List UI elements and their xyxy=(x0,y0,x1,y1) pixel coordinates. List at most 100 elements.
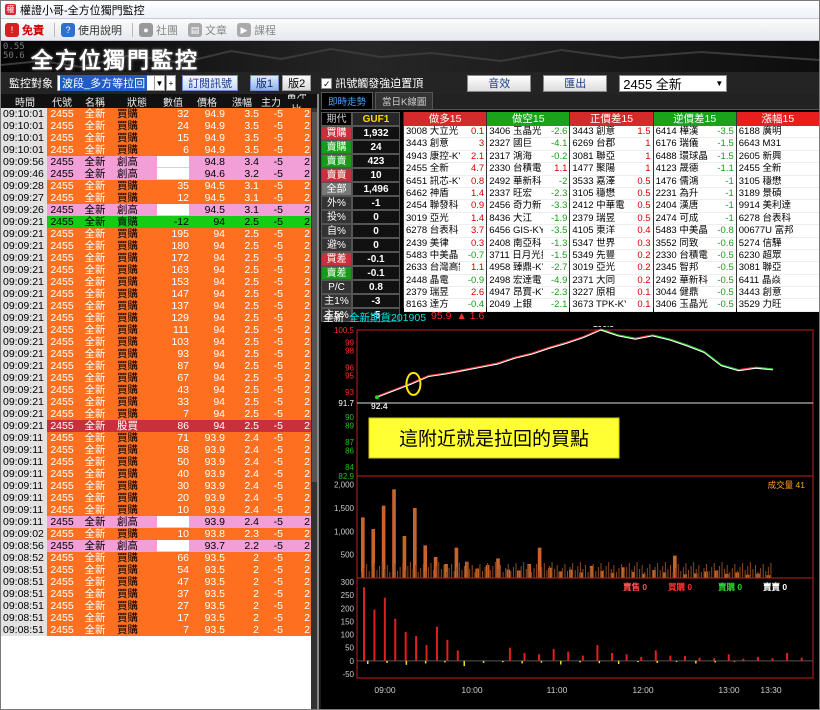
table-row[interactable]: 09:08:56 2455 全新 創高 93.7 2.2 -5 2 xyxy=(1,539,317,552)
ranking-item[interactable]: 6411 晶焱 xyxy=(736,274,819,288)
col-header-price[interactable]: 價格 xyxy=(189,94,225,109)
tab-daily-kline[interactable]: 當日K線圖 xyxy=(375,92,434,109)
ranking-item[interactable]: 3189 景碩 xyxy=(736,187,819,201)
ranking-item[interactable]: 3019 亞光 0.2 xyxy=(570,262,653,275)
ranking-item[interactable]: 2633 台灣高鐵 1.1 xyxy=(404,262,487,275)
table-row[interactable]: 09:10:01 2455 全新 買購 15 94.9 3.5 -5 2 xyxy=(1,131,317,144)
table-row[interactable]: 09:09:11 2455 全新 買購 58 93.9 2.4 -5 2 xyxy=(1,443,317,456)
table-row[interactable]: 09:09:21 2455 全新 買購 103 94 2.5 -5 2 xyxy=(1,335,317,348)
table-row[interactable]: 09:09:21 2455 全新 買購 137 94 2.5 -5 2 xyxy=(1,299,317,312)
table-row[interactable]: 09:09:21 2455 全新 買購 153 94 2.5 -5 2 xyxy=(1,275,317,288)
table-row[interactable]: 09:10:01 2455 全新 買購 24 94.9 3.5 -5 2 xyxy=(1,119,317,132)
ranking-item[interactable]: 2412 中華電 0.5 xyxy=(570,200,653,213)
ranking-item[interactable]: 6278 台表科 xyxy=(736,212,819,226)
ranking-item[interactable]: 6456 GIS-KY -3.5 xyxy=(487,225,570,238)
table-row[interactable]: 09:09:21 2455 全新 買購 195 94 2.5 -5 2 xyxy=(1,227,317,240)
table-row[interactable]: 09:09:21 2455 全新 買購 43 94 2.5 -5 2 xyxy=(1,383,317,396)
table-row[interactable]: 09:09:21 2455 全新 買購 129 94 2.5 -5 2 xyxy=(1,311,317,324)
ranking-item[interactable]: 3552 同致 -0.6 xyxy=(653,237,736,250)
ranking-item[interactable]: 5349 先豐 0.2 xyxy=(570,249,653,263)
ranking-item[interactable]: 3529 力旺 xyxy=(736,299,819,312)
table-row[interactable]: 09:09:11 2455 全新 買購 20 93.9 2.4 -5 2 xyxy=(1,491,317,504)
table-row[interactable]: 09:09:02 2455 全新 買購 10 93.8 2.3 -5 2 xyxy=(1,527,317,540)
ranking-title[interactable]: 正價差15 xyxy=(570,112,653,126)
col-header-name[interactable]: 名稱 xyxy=(77,94,113,109)
table-row[interactable]: 09:09:21 2455 全新 買購 7 94 2.5 -5 2 xyxy=(1,407,317,420)
ranking-item[interactable]: 3227 原相 0.1 xyxy=(570,287,653,300)
ranking-item[interactable]: 5483 中美晶 -0.7 xyxy=(404,249,487,263)
ranking-item[interactable]: 2327 國巨 -4.1 xyxy=(487,138,570,151)
ranking-title[interactable]: 做多15 xyxy=(404,112,487,126)
ranking-item[interactable]: 6188 廣明 xyxy=(736,126,819,139)
ranking-item[interactable]: 2330 台積電 1.1 xyxy=(487,163,570,176)
table-row[interactable]: 09:09:21 2455 全新 買購 180 94 2.5 -5 2 xyxy=(1,239,317,252)
table-row[interactable]: 09:09:11 2455 全新 買購 71 93.9 2.4 -5 2 xyxy=(1,431,317,444)
ranking-item[interactable]: 2448 晶電 -0.9 xyxy=(404,274,487,288)
table-row[interactable]: 09:09:46 2455 全新 創高 94.6 3.2 -5 2 xyxy=(1,167,317,180)
ranking-item[interactable]: 3533 嘉澤 0.5 xyxy=(570,175,653,188)
ranking-item[interactable]: 2408 南亞科 -1.3 xyxy=(487,237,570,250)
table-row[interactable]: 09:08:51 2455 全新 買購 17 93.5 2 -5 2 xyxy=(1,611,317,624)
ranking-item[interactable]: 3008 大立光 0.1 xyxy=(404,126,487,139)
stock-select[interactable]: 2455 全新 ▼ xyxy=(619,74,728,92)
ranking-item[interactable]: 6643 M31 xyxy=(736,138,819,151)
table-row[interactable]: 09:09:56 2455 全新 創高 94.8 3.4 -5 2 xyxy=(1,155,317,168)
table-row[interactable]: 09:08:52 2455 全新 買購 66 93.5 2 -5 2 xyxy=(1,551,317,564)
ranking-item[interactable]: 6230 超眾 xyxy=(736,249,819,263)
ranking-item[interactable]: 2049 上銀 -2.1 xyxy=(487,299,570,312)
version2-button[interactable]: 版2 xyxy=(282,75,312,91)
table-row[interactable]: 09:09:11 2455 全新 買購 40 93.9 2.4 -5 2 xyxy=(1,467,317,480)
ranking-item[interactable]: 2317 鴻海 -0.2 xyxy=(487,150,570,164)
ranking-item[interactable]: 8436 大江 -1.9 xyxy=(487,212,570,226)
ranking-item[interactable]: 4105 東洋 0.4 xyxy=(570,225,653,238)
ranking-item[interactable]: 6278 台表科 3.7 xyxy=(404,225,487,238)
monitor-select[interactable]: 波段_多方等拉回 xyxy=(57,75,155,91)
export-button[interactable]: 匯出 xyxy=(543,74,608,92)
ranking-item[interactable]: 2605 新興 xyxy=(736,150,819,164)
ranking-item[interactable]: 2379 瑞昱 2.6 xyxy=(404,287,487,300)
ranking-item[interactable]: 3081 聯亞 1 xyxy=(570,150,653,164)
ranking-item[interactable]: 00677U 富邦 xyxy=(736,225,819,238)
ranking-title[interactable]: 做空15 xyxy=(487,112,570,126)
ranking-item[interactable]: 2379 瑞昱 0.5 xyxy=(570,212,653,226)
ranking-item[interactable]: 6414 樺漢 -3.5 xyxy=(653,126,736,139)
ranking-item[interactable]: 2439 美律 0.3 xyxy=(404,237,487,250)
ranking-item[interactable]: 2404 漢唐 -1 xyxy=(653,200,736,213)
sound-button[interactable]: 音效 xyxy=(467,74,532,92)
table-row[interactable]: 09:08:51 2455 全新 買購 47 93.5 2 -5 2 xyxy=(1,575,317,588)
table-row[interactable]: 09:09:21 2455 全新 買購 93 94 2.5 -5 2 xyxy=(1,347,317,360)
ranking-item[interactable]: 3673 TPK-KY 0.1 xyxy=(570,299,653,312)
menu-articles[interactable]: ▤ 文章 xyxy=(188,22,227,38)
table-row[interactable]: 09:09:11 2455 全新 買購 30 93.9 2.4 -5 2 xyxy=(1,479,317,492)
ranking-item[interactable]: 3105 穩懋 xyxy=(736,175,819,188)
table-row[interactable]: 09:08:51 2455 全新 買購 37 93.5 2 -5 2 xyxy=(1,587,317,600)
menu-help[interactable]: ? 使用說明 xyxy=(61,22,122,38)
ranking-item[interactable]: 3044 健鼎 -0.5 xyxy=(653,287,736,300)
table-row[interactable]: 09:09:11 2455 全新 創高 93.9 2.4 -5 2 xyxy=(1,515,317,528)
ranking-item[interactable]: 2371 大同 0.2 xyxy=(570,274,653,288)
ranking-title[interactable]: 逆價差15 xyxy=(653,112,736,126)
ranking-item[interactable]: 5274 信驊 xyxy=(736,237,819,250)
table-row[interactable]: 09:08:51 2455 全新 買購 27 93.5 2 -5 2 xyxy=(1,599,317,612)
ranking-item[interactable]: 6269 台郡 1 xyxy=(570,138,653,151)
menu-courses[interactable]: ▶ 課程 xyxy=(237,22,276,38)
ranking-item[interactable]: 3406 玉晶光 -2.6 xyxy=(487,126,570,139)
col-header-change[interactable]: 漲幅 xyxy=(225,94,259,109)
ranking-item[interactable]: 2456 奇力新 -3.3 xyxy=(487,200,570,213)
ranking-item[interactable]: 6462 神盾 1.4 xyxy=(404,187,487,201)
table-row[interactable]: 09:08:51 2455 全新 買購 7 93.5 2 -5 2 xyxy=(1,623,317,636)
ranking-item[interactable]: 9914 美利達 xyxy=(736,200,819,213)
table-row[interactable]: 09:09:26 2455 全新 創高 94.5 3.1 -5 2 xyxy=(1,203,317,216)
col-header-value[interactable]: 數值 xyxy=(157,94,189,109)
ranking-item[interactable]: 4123 晟德 -1.1 xyxy=(653,163,736,176)
ranking-item[interactable]: 2492 華新科 -2 xyxy=(487,175,570,188)
table-row[interactable]: 09:09:21 2455 全新 買購 147 94 2.5 -5 2 xyxy=(1,287,317,300)
subscribe-button[interactable]: 訂閱訊號 xyxy=(182,75,238,91)
add-monitor-button[interactable]: + xyxy=(166,75,176,91)
col-header-status[interactable]: 狀態 xyxy=(113,94,157,109)
table-row[interactable]: 09:09:21 2455 全新 買購 172 94 2.5 -5 2 xyxy=(1,251,317,264)
ranking-item[interactable]: 1476 儒鴻 -1 xyxy=(653,175,736,188)
table-row[interactable]: 09:09:27 2455 全新 買購 12 94.5 3.1 -5 2 xyxy=(1,191,317,204)
ranking-item[interactable]: 4943 康控-KY 2.1 xyxy=(404,150,487,164)
ranking-item[interactable]: 6488 環球晶 -1.5 xyxy=(653,150,736,164)
